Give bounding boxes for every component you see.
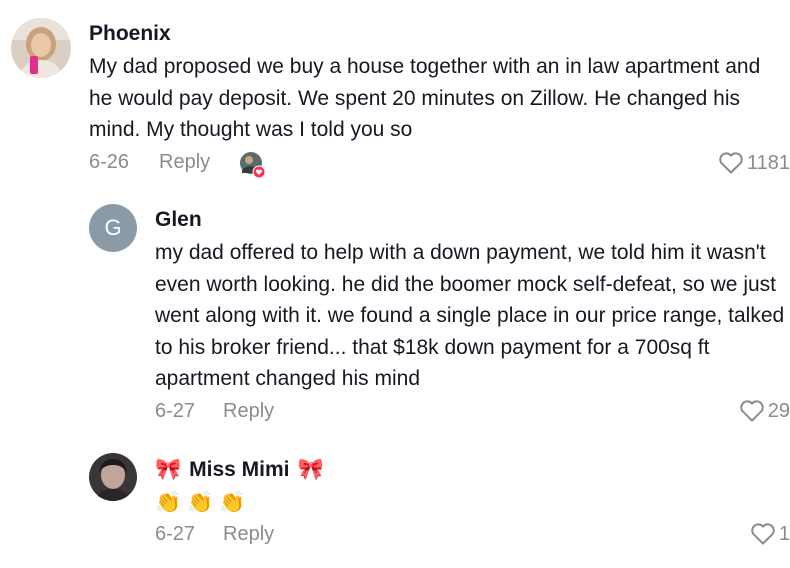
- comment-glen: G Glen my dad offered to help with a dow…: [0, 190, 790, 435]
- author-name-text: Miss Mimi: [189, 457, 290, 481]
- comment-date: 6-27: [155, 400, 196, 422]
- like-count: 1181: [746, 151, 790, 174]
- comment-date: 6-26: [89, 151, 130, 173]
- heart-outline-icon: [751, 523, 775, 545]
- ribbon-bow-icon: 🎀: [155, 457, 182, 481]
- avatar-miss-mimi[interactable]: [89, 453, 137, 501]
- avatar-letter: G: [104, 215, 122, 240]
- avatar-glen[interactable]: G: [89, 204, 137, 252]
- avatar-phoenix[interactable]: [11, 18, 71, 78]
- heart-outline-icon: [740, 400, 764, 422]
- ribbon-bow-icon: 🎀: [297, 457, 324, 481]
- avatar-miss-mimi-image: [89, 453, 137, 501]
- like-button[interactable]: 29: [739, 399, 790, 423]
- like-button[interactable]: 1: [750, 522, 790, 546]
- reply-button[interactable]: Reply: [159, 151, 210, 174]
- reply-button[interactable]: Reply: [223, 400, 274, 423]
- avatar-phoenix-image: [11, 18, 71, 78]
- comment-miss-mimi: 🎀 Miss Mimi 🎀 👏👏👏 6-27 Reply 1: [0, 435, 790, 568]
- comment-date: 6-27: [155, 523, 196, 545]
- comment-text: 👏👏👏: [155, 490, 252, 514]
- like-count: 1: [778, 522, 790, 545]
- comment-text: my dad offered to help with a down payme…: [155, 241, 785, 390]
- comment-phoenix: Phoenix My dad proposed we buy a house t…: [0, 0, 790, 190]
- like-count: 29: [767, 399, 790, 422]
- heart-outline-icon: [719, 152, 743, 174]
- creator-avatar-icon: [240, 152, 266, 179]
- creator-liked-badge: [239, 151, 267, 179]
- comment-text: My dad proposed we buy a house together …: [89, 55, 761, 141]
- like-button[interactable]: 1181: [718, 151, 790, 175]
- author-name[interactable]: 🎀 Miss Mimi 🎀: [155, 457, 324, 482]
- reply-button[interactable]: Reply: [223, 523, 274, 546]
- author-name[interactable]: Phoenix: [89, 22, 171, 46]
- author-name[interactable]: Glen: [155, 208, 202, 232]
